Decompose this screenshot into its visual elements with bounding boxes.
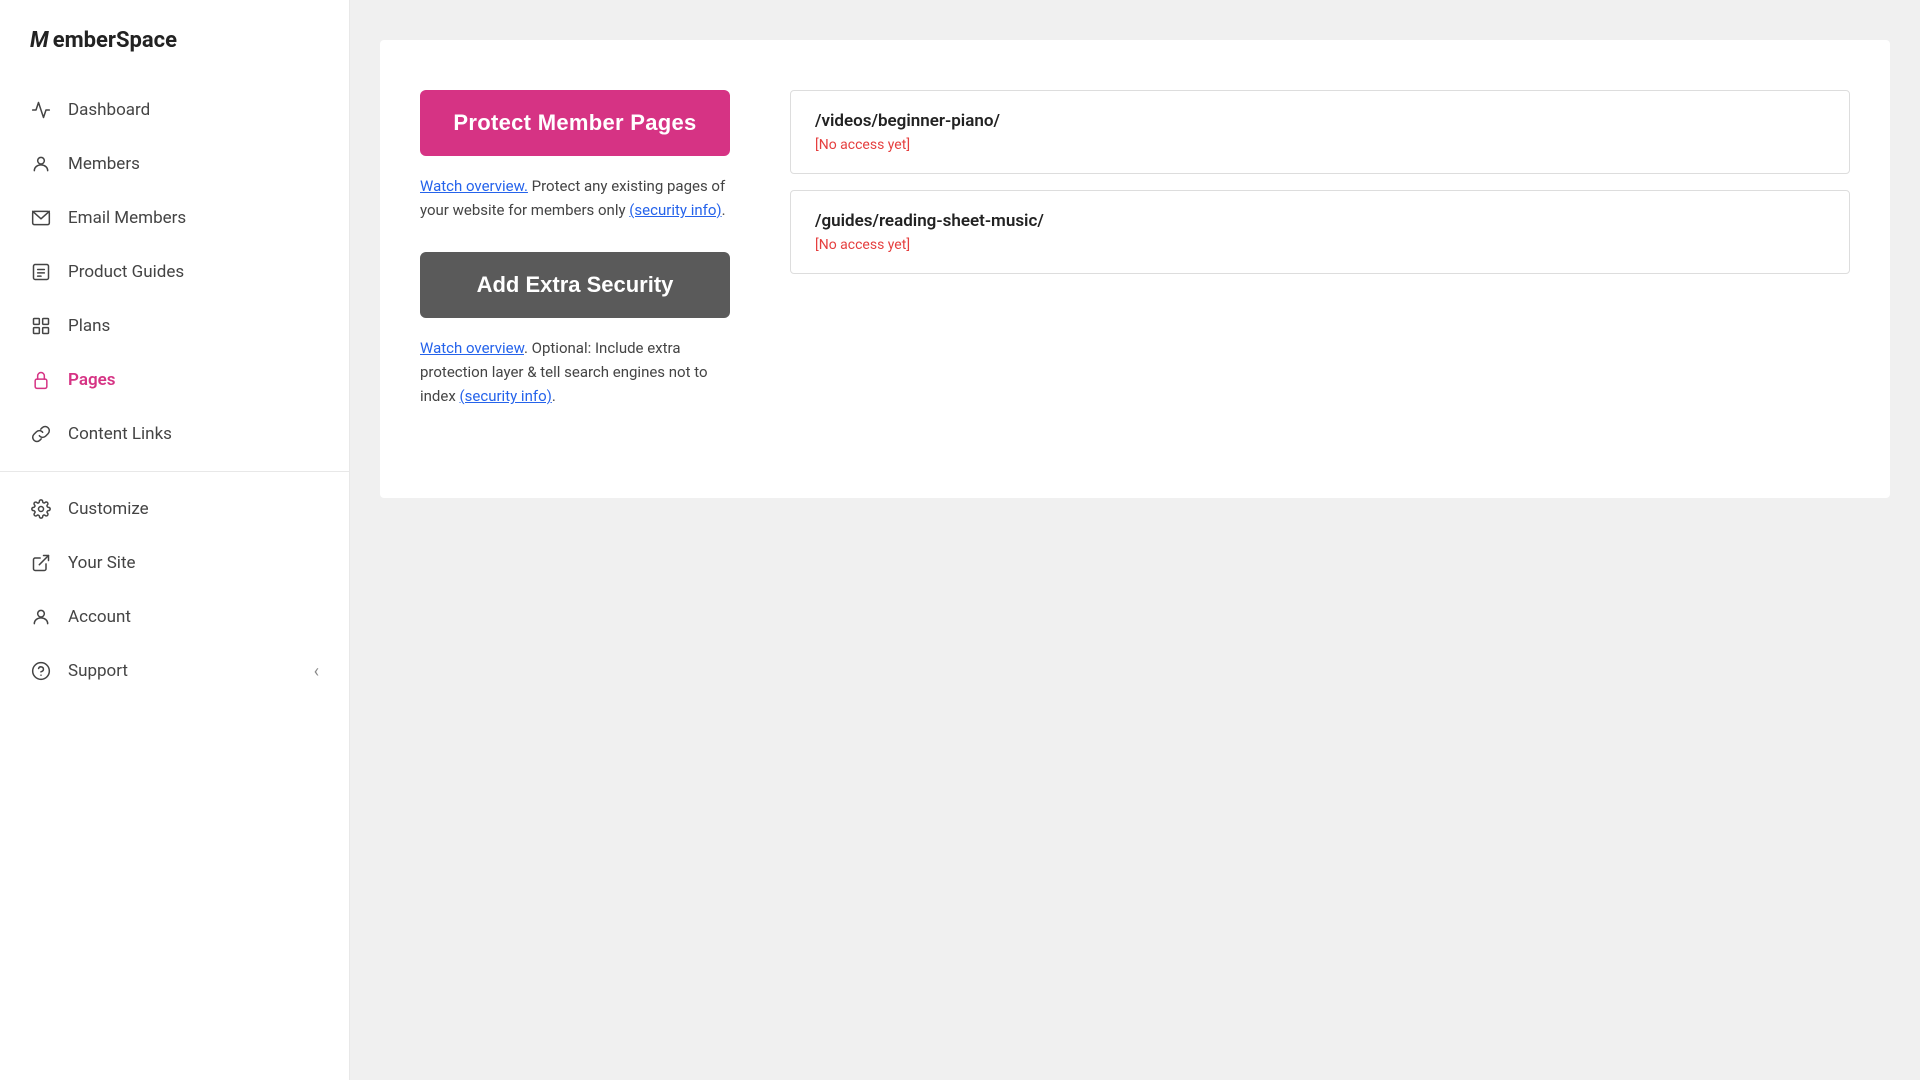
protect-desc-end: . [722, 201, 726, 219]
sidebar-item-label: Pages [68, 370, 116, 390]
chart-icon [30, 99, 52, 121]
sidebar-item-support[interactable]: Support ‹ [0, 644, 349, 698]
sidebar-item-label: Product Guides [68, 262, 184, 282]
page-status-0: [No access yet] [815, 137, 1825, 153]
sidebar-item-label: Account [68, 607, 131, 627]
sidebar-item-your-site[interactable]: Your Site [0, 536, 349, 590]
logo-m: M [30, 28, 49, 53]
protect-watch-overview-link[interactable]: Watch overview. [420, 177, 528, 195]
sidebar-item-pages[interactable]: Pages [0, 353, 349, 407]
page-item-0: /videos/beginner-piano/ [No access yet] [790, 90, 1850, 174]
email-icon [30, 207, 52, 229]
sidebar: MemberSpace Dashboard Members Email Memb… [0, 0, 350, 1080]
sidebar-item-label: Content Links [68, 424, 172, 444]
sidebar-item-label: Dashboard [68, 100, 150, 120]
page-path-0: /videos/beginner-piano/ [815, 111, 1825, 131]
gear-icon [30, 498, 52, 520]
sidebar-item-label: Plans [68, 316, 110, 336]
security-watch-overview-link[interactable]: Watch overview [420, 339, 524, 357]
page-path-1: /guides/reading-sheet-music/ [815, 211, 1825, 231]
add-extra-security-button[interactable]: Add Extra Security [420, 252, 730, 318]
security-security-info-link[interactable]: (security info) [460, 387, 552, 405]
security-desc-end: . [552, 387, 556, 405]
lock-icon [30, 369, 52, 391]
page-status-1: [No access yet] [815, 237, 1825, 253]
members-icon [30, 153, 52, 175]
security-description: Watch overview. Optional: Include extra … [420, 336, 730, 408]
sidebar-item-account[interactable]: Account [0, 590, 349, 644]
sidebar-item-content-links[interactable]: Content Links [0, 407, 349, 461]
protect-description: Watch overview. Protect any existing pag… [420, 174, 730, 222]
sidebar-item-customize[interactable]: Customize [0, 482, 349, 536]
page-item-1: /guides/reading-sheet-music/ [No access … [790, 190, 1850, 274]
sidebar-item-product-guides[interactable]: Product Guides [0, 245, 349, 299]
main-content: Protect Member Pages Watch overview. Pro… [350, 0, 1920, 1080]
logo: MemberSpace [30, 28, 319, 53]
plans-icon [30, 315, 52, 337]
logo-text: emberSpace [53, 28, 177, 53]
sidebar-item-label: Members [68, 154, 140, 174]
nav-divider [0, 471, 349, 472]
sidebar-item-label: Email Members [68, 208, 186, 228]
account-icon [30, 606, 52, 628]
protect-security-info-link[interactable]: (security info) [629, 201, 721, 219]
sidebar-item-dashboard[interactable]: Dashboard [0, 83, 349, 137]
right-panel: /videos/beginner-piano/ [No access yet] … [790, 90, 1850, 290]
link-icon [30, 423, 52, 445]
left-panel: Protect Member Pages Watch overview. Pro… [420, 90, 730, 438]
logo-area: MemberSpace [0, 0, 349, 73]
nav-items: Dashboard Members Email Members Product … [0, 73, 349, 1060]
content-panel: Protect Member Pages Watch overview. Pro… [380, 40, 1890, 498]
sidebar-item-email-members[interactable]: Email Members [0, 191, 349, 245]
external-icon [30, 552, 52, 574]
protect-member-pages-button[interactable]: Protect Member Pages [420, 90, 730, 156]
sidebar-item-label: Your Site [68, 553, 136, 573]
sidebar-item-members[interactable]: Members [0, 137, 349, 191]
sidebar-item-label: Customize [68, 499, 149, 519]
collapse-icon[interactable]: ‹ [314, 661, 319, 682]
guides-icon [30, 261, 52, 283]
sidebar-item-label: Support [68, 661, 128, 681]
support-icon [30, 660, 52, 682]
sidebar-item-plans[interactable]: Plans [0, 299, 349, 353]
